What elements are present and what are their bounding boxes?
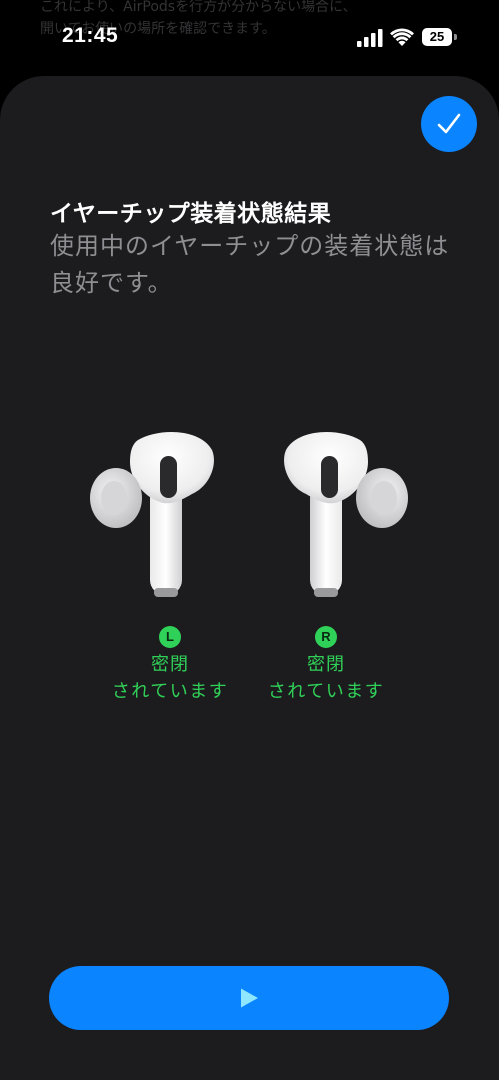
right-status-line2: されています	[267, 681, 385, 702]
checkmark-icon	[437, 113, 461, 134]
play-icon	[241, 988, 258, 1008]
left-badge: L	[159, 626, 181, 648]
right-seal-status: R 密閉 されています	[251, 626, 401, 706]
page-title: イヤーチップ装着状態結果	[50, 201, 332, 227]
left-status-line2: されています	[111, 681, 229, 702]
battery-tip	[454, 34, 457, 40]
screen: これにより、AirPodsを行方が分からない場合に、 開いてお使いの場所を確認で…	[0, 0, 499, 1080]
cellular-signal-icon	[357, 29, 383, 47]
right-airpod-image	[284, 431, 408, 597]
right-badge: R	[315, 626, 337, 648]
status-time: 21:45	[62, 24, 119, 47]
left-status-line1: 密閉	[151, 654, 189, 675]
left-airpod-image	[90, 431, 214, 597]
done-button[interactable]	[421, 96, 477, 152]
battery-level: 25	[429, 29, 445, 44]
left-seal-status: L 密閉 されています	[95, 626, 245, 706]
page-subtitle: 使用中のイヤーチップの装着状態は良好です。	[50, 232, 450, 297]
wifi-icon	[390, 28, 414, 46]
right-status-line1: 密閉	[307, 654, 345, 675]
battery-indicator: 25	[422, 27, 458, 47]
play-test-button[interactable]	[49, 966, 449, 1030]
status-bar: 21:45 25	[0, 0, 499, 74]
